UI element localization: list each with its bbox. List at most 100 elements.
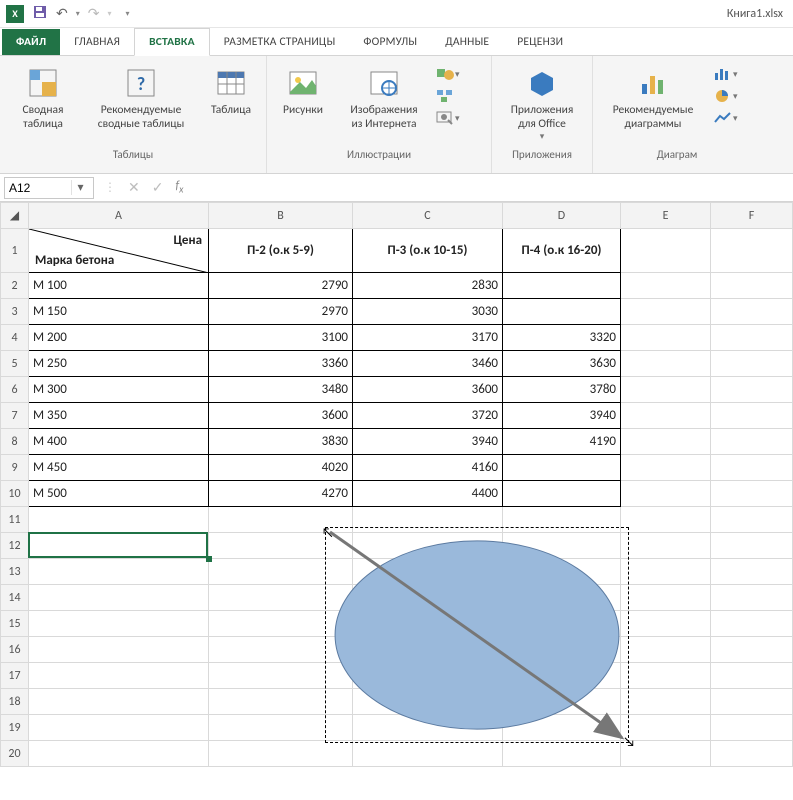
name-box-input[interactable]: [5, 181, 71, 195]
cell[interactable]: 3030: [353, 299, 503, 325]
undo-dropdown-icon[interactable]: ▾: [76, 9, 80, 19]
cell[interactable]: [621, 273, 711, 299]
formula-input[interactable]: [189, 181, 793, 195]
qat-customize-icon[interactable]: ▾: [126, 9, 130, 19]
cell[interactable]: [621, 455, 711, 481]
pie-chart-icon[interactable]: ▾: [713, 88, 755, 104]
cell[interactable]: [29, 741, 209, 767]
cell[interactable]: [711, 481, 793, 507]
cell[interactable]: [503, 481, 621, 507]
cell-D1[interactable]: П-4 (о.к 16-20): [503, 229, 621, 273]
cell-fill-handle[interactable]: [206, 556, 212, 562]
tab-review[interactable]: РЕЦЕНЗИ: [503, 29, 577, 55]
cell[interactable]: [621, 351, 711, 377]
tab-data[interactable]: ДАННЫЕ: [431, 29, 503, 55]
table-button[interactable]: Таблица: [202, 62, 260, 118]
screenshot-button[interactable]: ▾: [435, 110, 485, 126]
cell-A1[interactable]: Цена Марка бетона: [29, 229, 209, 273]
cell[interactable]: [29, 637, 209, 663]
cell[interactable]: [711, 273, 793, 299]
row-header[interactable]: 17: [1, 663, 29, 689]
row-header[interactable]: 5: [1, 351, 29, 377]
cell[interactable]: [711, 299, 793, 325]
redo-icon[interactable]: ↷: [88, 5, 100, 22]
cell[interactable]: 3480: [209, 377, 353, 403]
cell[interactable]: 3170: [353, 325, 503, 351]
cell[interactable]: [29, 663, 209, 689]
col-header-F[interactable]: F: [711, 203, 793, 229]
cell[interactable]: М 400: [29, 429, 209, 455]
row-header[interactable]: 13: [1, 559, 29, 585]
row-header[interactable]: 18: [1, 689, 29, 715]
cell[interactable]: [711, 429, 793, 455]
row-header[interactable]: 3: [1, 299, 29, 325]
cell[interactable]: 3100: [209, 325, 353, 351]
col-header-E[interactable]: E: [621, 203, 711, 229]
cell[interactable]: [621, 403, 711, 429]
cell[interactable]: 2970: [209, 299, 353, 325]
cell[interactable]: 4020: [209, 455, 353, 481]
cell[interactable]: 4160: [353, 455, 503, 481]
recommended-charts-button[interactable]: Рекомендуемыедиаграммы: [599, 62, 707, 132]
cell[interactable]: [621, 637, 711, 663]
cell[interactable]: [711, 455, 793, 481]
row-header[interactable]: 9: [1, 455, 29, 481]
cell[interactable]: [711, 611, 793, 637]
cell[interactable]: 3720: [353, 403, 503, 429]
cell-C1[interactable]: П-3 (о.к 10-15): [353, 229, 503, 273]
cell-B1[interactable]: П-2 (о.к 5-9): [209, 229, 353, 273]
cell[interactable]: [711, 741, 793, 767]
cell[interactable]: [503, 455, 621, 481]
cell[interactable]: [621, 689, 711, 715]
cell[interactable]: М 300: [29, 377, 209, 403]
cell[interactable]: [209, 741, 353, 767]
cell[interactable]: [711, 403, 793, 429]
tab-pagelayout[interactable]: РАЗМЕТКА СТРАНИЦЫ: [210, 29, 350, 55]
cell[interactable]: [29, 507, 209, 533]
col-header-B[interactable]: B: [209, 203, 353, 229]
row-header[interactable]: 8: [1, 429, 29, 455]
cancel-formula-icon[interactable]: ✕: [122, 179, 146, 196]
cell[interactable]: [711, 715, 793, 741]
cell[interactable]: М 350: [29, 403, 209, 429]
cell[interactable]: М 450: [29, 455, 209, 481]
row-header[interactable]: 1: [1, 229, 29, 273]
cell[interactable]: [503, 273, 621, 299]
cell[interactable]: 2830: [353, 273, 503, 299]
cell[interactable]: [503, 299, 621, 325]
row-header[interactable]: 12: [1, 533, 29, 559]
save-icon[interactable]: [32, 4, 48, 24]
online-pictures-button[interactable]: Изображенияиз Интернета: [339, 62, 429, 132]
cell[interactable]: 3940: [503, 403, 621, 429]
undo-icon[interactable]: ↶: [56, 5, 68, 22]
cell[interactable]: [29, 585, 209, 611]
row-header[interactable]: 6: [1, 377, 29, 403]
tab-insert[interactable]: ВСТАВКА: [134, 28, 210, 56]
cell[interactable]: [711, 637, 793, 663]
row-header[interactable]: 11: [1, 507, 29, 533]
cell[interactable]: 3630: [503, 351, 621, 377]
cell[interactable]: М 100: [29, 273, 209, 299]
cell[interactable]: [711, 325, 793, 351]
cell[interactable]: 3830: [209, 429, 353, 455]
cell[interactable]: [29, 715, 209, 741]
cell[interactable]: [711, 689, 793, 715]
cell[interactable]: [711, 377, 793, 403]
cell[interactable]: 2790: [209, 273, 353, 299]
cell[interactable]: [621, 325, 711, 351]
enter-formula-icon[interactable]: ✓: [146, 179, 170, 196]
cell[interactable]: [621, 507, 711, 533]
cell[interactable]: [621, 299, 711, 325]
cell[interactable]: [29, 559, 209, 585]
cell[interactable]: [503, 741, 621, 767]
cell[interactable]: [621, 585, 711, 611]
cell-E1[interactable]: [621, 229, 711, 273]
select-all-corner[interactable]: ◢: [1, 203, 29, 229]
cell[interactable]: [711, 533, 793, 559]
cell[interactable]: М 150: [29, 299, 209, 325]
cell[interactable]: [711, 585, 793, 611]
row-header[interactable]: 16: [1, 637, 29, 663]
col-header-A[interactable]: A: [29, 203, 209, 229]
cell[interactable]: [29, 533, 209, 559]
cell[interactable]: 4400: [353, 481, 503, 507]
